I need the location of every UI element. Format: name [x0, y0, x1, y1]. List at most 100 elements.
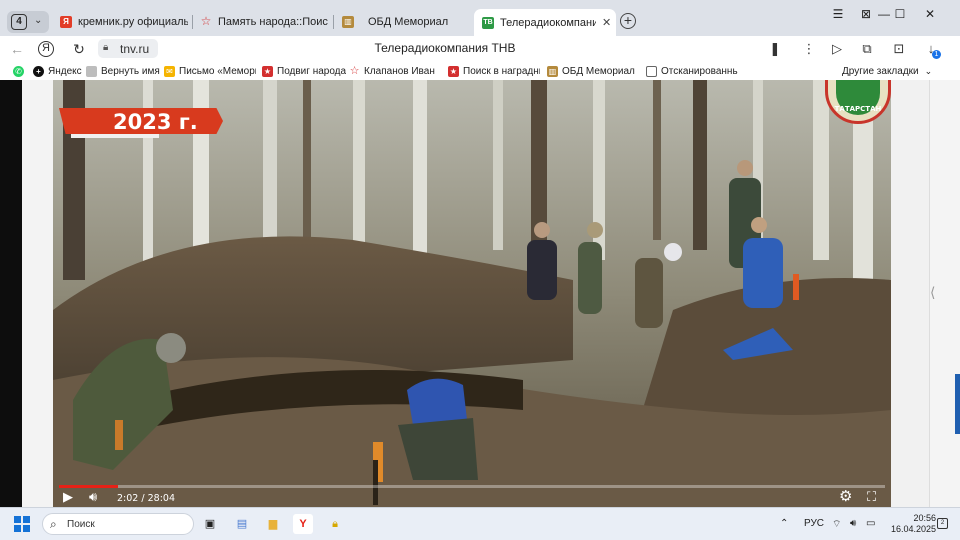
bookmark-label: Клапанов Иван С [364, 65, 437, 77]
year-badge-label: 2023 г. [113, 110, 198, 134]
close-tab-icon[interactable]: ✕ [602, 16, 611, 29]
memorial-icon: ▥ [547, 65, 558, 77]
bookmark-label: ОБД Мемориал : [562, 65, 635, 77]
tab-kremnik[interactable]: Я кремник.ру официальный [60, 11, 188, 33]
page-content: ⟨ 2023 г. ТАТАРСТАН ▶ 🔊︎ 2:02 / 28:04 ⚙ … [0, 80, 960, 507]
back-arrow-icon[interactable]: ← [8, 40, 26, 58]
yandex-browser-icon[interactable]: Y [293, 514, 313, 534]
page-icon [86, 65, 97, 77]
memorial-icon: ▥ [342, 16, 354, 28]
bookmark-label: Вернуть имя [101, 65, 160, 77]
page-title: Телерадиокомпания ТНВ [374, 41, 516, 55]
bookmark-label: Отсканированны [661, 65, 738, 77]
tnv-icon: ТВ [482, 16, 494, 29]
other-bookmarks-label: Другие закладки [842, 65, 919, 77]
video-progress-bar[interactable] [59, 485, 885, 488]
chevron-down-icon: ⌄ [34, 15, 43, 26]
search-icon: ⌕ [50, 517, 57, 531]
yandex-icon: Я [60, 16, 72, 28]
extensions-icon[interactable]: ⧉ [858, 40, 876, 58]
close-window-button[interactable]: ✕ [918, 6, 942, 22]
red-star-icon: ☆ [349, 64, 360, 77]
tab-tnv[interactable]: ТВ Телерадиокомпания ТНВ ✕ [474, 9, 616, 36]
bookmark-label: Подвиг народа [277, 65, 347, 77]
podvig-icon: ★ [262, 65, 273, 77]
notifications-icon[interactable]: 2 [937, 518, 948, 529]
page-left-margin [22, 80, 53, 507]
settings-gear-icon[interactable]: ⚙ [839, 489, 852, 504]
other-bookmarks-button[interactable]: Другие закладки ⌄ [842, 64, 932, 78]
media-play-icon[interactable]: ▷ [828, 40, 846, 58]
bookmark-obd-memorial[interactable]: ▥ ОБД Мемориал : [547, 64, 635, 78]
tab-obd-memorial[interactable]: ▥ ОБД Мемориал [342, 11, 466, 33]
windows-start-icon[interactable] [14, 516, 30, 532]
chevron-down-icon: ⌄ [924, 65, 933, 76]
fullscreen-icon[interactable]: ⛶ [867, 490, 876, 504]
tab-title: ОБД Мемориал [368, 16, 449, 28]
bookmark-otskanirovannye[interactable]: Отсканированны [646, 64, 738, 78]
url-field[interactable]: 🔒︎ tnv.ru [98, 39, 158, 58]
tab-title: Память народа::Поиск до [218, 16, 328, 28]
new-tab-button[interactable]: + [620, 13, 636, 29]
play-icon[interactable]: ▶ [63, 490, 73, 504]
scrollbar-thumb[interactable] [955, 374, 960, 434]
tabs-menu-icon[interactable]: ☰ [826, 6, 850, 22]
podvig-icon: ★ [448, 65, 459, 77]
clock-date: 16.04.2025 [890, 524, 936, 534]
bookmark-vernut-imya[interactable]: Вернуть имя [86, 64, 160, 78]
lock-app-icon[interactable]: 🔒︎ [325, 514, 345, 534]
bookmark-whatsapp[interactable]: ✆ [13, 64, 28, 78]
bookmarks-bar: ✆ + Яндекс Вернуть имя ✉ Письмо «Мемори … [0, 62, 960, 80]
yandex-button-icon[interactable]: Я [38, 41, 54, 57]
mail-icon: ✉ [164, 65, 175, 77]
whatsapp-icon: ✆ [13, 65, 24, 77]
video-current-time: 2:02 [117, 493, 139, 504]
bookmark-pismo[interactable]: ✉ Письмо «Мемори [164, 64, 256, 78]
tab-separator [192, 15, 193, 29]
windows-taskbar: ⌕ Поиск ▣ ▤ ▆ Y 🔒︎ ⌃ РУС ⌔ 🔊︎ ▭ 20:56 16… [0, 507, 960, 540]
tab-count: 4 [11, 14, 27, 30]
translate-icon[interactable]: ⊡ [890, 40, 908, 58]
tab-title: Телерадиокомпания ТНВ [500, 16, 596, 29]
page-left-edge [0, 80, 22, 507]
task-view-icon[interactable]: ▣ [200, 514, 220, 534]
document-icon [646, 65, 657, 77]
bookmark-label: Письмо «Мемори [179, 65, 256, 77]
bookmark-yandex[interactable]: + Яндекс [33, 64, 82, 78]
downloads-badge: 1 [932, 50, 941, 59]
tab-title: кремник.ру официальный [78, 16, 188, 28]
bookmark-podvig-naroda[interactable]: ★ Подвиг народа [262, 64, 346, 78]
tab-pamyat-naroda[interactable]: ☆ Память народа::Поиск до [200, 11, 328, 33]
notepad-icon[interactable]: ▤ [232, 514, 252, 534]
red-star-icon: ☆ [200, 14, 212, 28]
video-time: 2:02 / 28:04 [117, 493, 175, 504]
video-controls: ▶ 🔊︎ 2:02 / 28:04 ⚙ ⛶ [53, 480, 891, 507]
wifi-icon[interactable]: ⌔ [832, 518, 841, 531]
search-placeholder: Поиск [67, 519, 95, 530]
file-explorer-icon[interactable]: ▆ [263, 514, 283, 534]
video-frame-forest-excavation [53, 80, 891, 507]
bookmark-label: Яндекс [48, 65, 82, 77]
video-progress-fill [59, 485, 119, 488]
url-host: tnv.ru [120, 42, 150, 56]
battery-icon[interactable]: ▭ [866, 518, 875, 529]
bookmark-icon[interactable]: ❚ [766, 40, 784, 58]
bookmark-poisk-nagrad[interactable]: ★ Поиск в наградны [448, 64, 540, 78]
taskbar-search-input[interactable]: ⌕ Поиск [42, 513, 194, 535]
reload-icon[interactable]: ↻ [70, 40, 88, 58]
year-badge-stripe [71, 134, 159, 138]
tray-overflow-icon[interactable]: ⌃ [780, 518, 788, 529]
volume-icon[interactable]: 🔊︎ [89, 490, 97, 504]
tab-counter-button[interactable]: 4 ⌄ [7, 11, 49, 33]
lock-icon: 🔒︎ [103, 42, 109, 53]
maximize-button[interactable]: ☐ [888, 6, 912, 22]
taskbar-clock[interactable]: 20:56 16.04.2025 [876, 513, 936, 535]
language-indicator[interactable]: РУС [804, 518, 824, 529]
video-duration: 28:04 [147, 493, 175, 504]
bookmark-klapanov[interactable]: ☆ Клапанов Иван С [349, 64, 437, 78]
clock-time: 20:56 [913, 513, 936, 523]
volume-icon[interactable]: 🔊︎ [850, 518, 856, 529]
more-dots-icon[interactable]: ⋮ [800, 40, 818, 58]
side-panel-toggle-icon[interactable]: ⟨ [930, 284, 935, 301]
video-player[interactable]: 2023 г. ТАТАРСТАН ▶ 🔊︎ 2:02 / 28:04 ⚙ ⛶ [53, 80, 891, 507]
